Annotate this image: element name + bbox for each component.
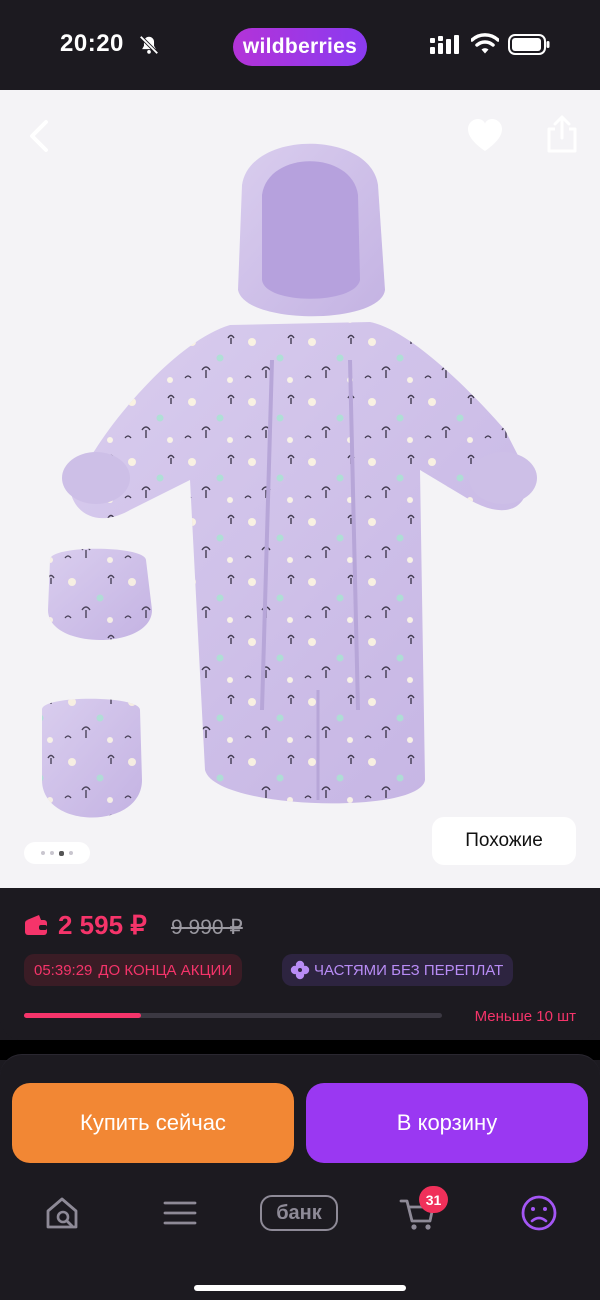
wifi-icon: [471, 33, 499, 54]
old-price: 9 990 ₽: [171, 916, 243, 939]
installment-label: ЧАСТЯМИ БЕЗ ПЕРЕПЛАТ: [314, 961, 504, 979]
price-card: 2 595 ₽ 9 990 ₽ 05:39:29 ДО КОНЦА АКЦИИ …: [0, 888, 600, 1040]
heart-icon[interactable]: [466, 118, 504, 154]
tab-catalog[interactable]: [160, 1193, 200, 1233]
cart-count-badge: 31: [419, 1186, 448, 1213]
brand-logo: wildberries: [233, 28, 367, 66]
profile-icon: [521, 1195, 557, 1231]
menu-icon: [163, 1201, 197, 1225]
installment-badge[interactable]: ЧАСТЯМИ БЕЗ ПЕРЕПЛАТ: [282, 954, 514, 986]
stock-label: Меньше 10 шт: [474, 1008, 576, 1025]
stock-progress-fill: [24, 1013, 142, 1018]
home-search-icon: [46, 1197, 78, 1229]
signal-icon: [430, 35, 459, 54]
add-to-cart-button[interactable]: В корзину: [306, 1083, 588, 1163]
stock-progress: [24, 1013, 442, 1018]
back-arrow-icon[interactable]: [22, 116, 56, 156]
tab-home[interactable]: [42, 1193, 82, 1233]
current-price: 2 595 ₽: [58, 910, 147, 940]
pagination-dot: [41, 851, 45, 855]
sale-timer: 05:39:29: [34, 961, 93, 979]
clover-icon: [290, 960, 310, 980]
pagination-dot: [50, 851, 54, 855]
gallery-pagination: [24, 842, 90, 864]
status-time: 20:20: [60, 30, 124, 57]
share-icon[interactable]: [544, 114, 580, 154]
home-indicator: [194, 1285, 406, 1291]
pagination-dot-active: [59, 850, 64, 856]
wallet-icon: [25, 915, 47, 935]
product-image: [41, 143, 537, 818]
product-gallery[interactable]: Похожие: [0, 90, 600, 888]
sale-timer-badge: 05:39:29 ДО КОНЦА АКЦИИ: [24, 954, 243, 986]
buy-now-button[interactable]: Купить сейчас: [12, 1083, 294, 1163]
tab-bank[interactable]: банк: [260, 1195, 338, 1231]
sale-timer-label: ДО КОНЦА АКЦИИ: [98, 961, 233, 979]
pagination-dot: [69, 851, 73, 855]
battery-icon: [508, 34, 550, 55]
similar-button[interactable]: Похожие: [432, 817, 576, 865]
action-panel: Купить сейчас В корзину банк 31: [0, 1054, 600, 1300]
status-bar: 20:20 wildberries: [0, 0, 600, 90]
tab-profile[interactable]: [519, 1193, 559, 1233]
bell-off-icon: [139, 35, 159, 55]
